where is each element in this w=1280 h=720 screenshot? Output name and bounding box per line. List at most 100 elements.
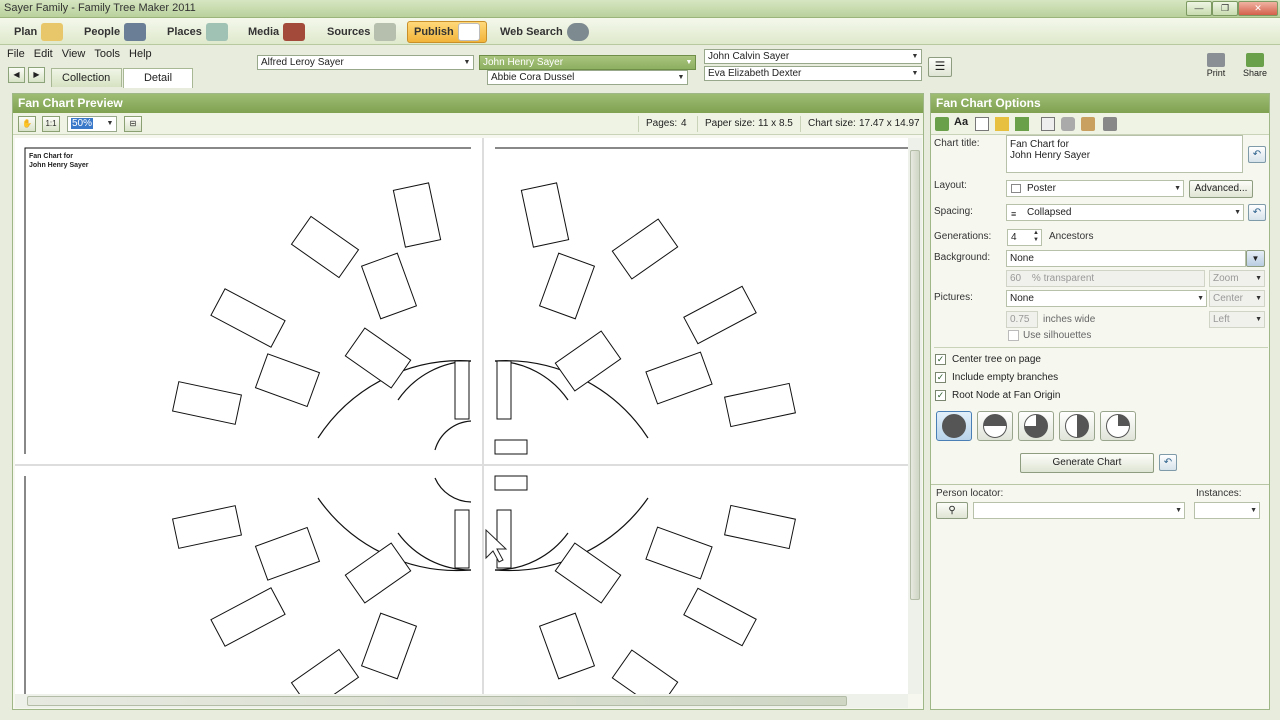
reset-spacing-button[interactable]: ↶ bbox=[1248, 204, 1266, 221]
background-select[interactable]: None bbox=[1006, 250, 1246, 267]
font-icon[interactable]: Aa bbox=[954, 116, 968, 128]
lines-icon[interactable] bbox=[975, 117, 989, 131]
reset-options-button[interactable]: ↶ bbox=[1159, 454, 1177, 471]
nav-web-search[interactable]: Web Search bbox=[494, 21, 595, 43]
mother-selector[interactable]: Abbie Cora Dussel ▼ bbox=[487, 70, 688, 85]
vertical-scrollbar[interactable] bbox=[908, 138, 922, 694]
undo-icon: ↶ bbox=[1163, 457, 1173, 468]
picture-side-select: Left ▼ bbox=[1209, 311, 1265, 328]
actual-size-button[interactable]: 1:1 bbox=[42, 116, 60, 132]
spinner-icon[interactable]: ▲ ▼ bbox=[1033, 230, 1039, 244]
background-dropdown-button[interactable]: ▼ bbox=[1246, 250, 1265, 267]
person-card bbox=[645, 526, 713, 580]
spouse-mother-selector[interactable]: Eva Elizabeth Dexter ▼ bbox=[704, 66, 922, 81]
spacing-select[interactable]: ≡ Collapsed ▼ bbox=[1006, 204, 1244, 221]
person-card bbox=[683, 285, 757, 345]
layout-select[interactable]: Poster ▼ bbox=[1006, 180, 1184, 197]
advanced-button[interactable]: Advanced... bbox=[1189, 180, 1253, 198]
nav-people[interactable]: People bbox=[78, 21, 152, 43]
chart-title-input-line1: Fan Chart for bbox=[1010, 139, 1069, 150]
person-card bbox=[344, 542, 412, 604]
tab-detail-label: Detail bbox=[143, 72, 173, 84]
templates-icon[interactable] bbox=[935, 117, 949, 131]
fit-tree-button[interactable]: ⊟ bbox=[124, 116, 142, 132]
pan-button[interactable]: ✋ bbox=[18, 116, 36, 132]
root-node-label: Root Node at Fan Origin bbox=[952, 390, 1061, 401]
selected-person-selector[interactable]: John Henry Sayer ▼ bbox=[479, 55, 696, 70]
menu-view[interactable]: View bbox=[62, 45, 86, 63]
spouse-father-selector[interactable]: John Calvin Sayer ▼ bbox=[704, 49, 922, 64]
generate-chart-button[interactable]: Generate Chart bbox=[1020, 453, 1154, 473]
fan-quarter-button[interactable] bbox=[1059, 411, 1095, 441]
back-button[interactable]: ◀ bbox=[8, 67, 25, 83]
center-tree-checkbox[interactable]: ✓ bbox=[935, 354, 946, 365]
empty-branches-checkbox[interactable]: ✓ bbox=[935, 372, 946, 383]
nav-publish[interactable]: Publish bbox=[407, 21, 487, 43]
save-icon[interactable] bbox=[1015, 117, 1029, 131]
scrollbar-thumb[interactable] bbox=[910, 150, 920, 600]
horizontal-scrollbar[interactable] bbox=[15, 694, 908, 708]
chevron-down-icon: ▼ bbox=[1255, 316, 1262, 323]
chart-title-line2: John Henry Sayer bbox=[29, 162, 89, 169]
nav-places[interactable]: Places bbox=[161, 21, 234, 43]
maximize-button[interactable]: ❐ bbox=[1212, 1, 1238, 16]
chart-size-value: 17.47 x 14.97 bbox=[859, 118, 920, 129]
hand-icon: ✋ bbox=[22, 119, 32, 128]
generations-input[interactable]: 4 ▲ ▼ bbox=[1007, 229, 1042, 246]
folder-icon[interactable] bbox=[995, 117, 1009, 131]
person-card bbox=[494, 475, 528, 491]
export-icon[interactable] bbox=[1061, 117, 1075, 131]
person-card bbox=[611, 649, 679, 694]
forward-button[interactable]: ▶ bbox=[28, 67, 45, 83]
menu-edit[interactable]: Edit bbox=[34, 45, 53, 63]
menu-file[interactable]: File bbox=[7, 45, 25, 63]
nav-media[interactable]: Media bbox=[242, 21, 311, 43]
email-icon[interactable] bbox=[1081, 117, 1095, 131]
person-locator-button[interactable]: ⚲ bbox=[936, 502, 968, 519]
pictures-value: None bbox=[1010, 293, 1034, 304]
father-name: Alfred Leroy Sayer bbox=[261, 57, 344, 68]
options-toolbar: Aa bbox=[931, 113, 1269, 135]
scrollbar-thumb[interactable] bbox=[27, 696, 847, 706]
half-circle-icon bbox=[983, 414, 1007, 438]
reset-title-button[interactable]: ↶ bbox=[1248, 146, 1266, 163]
person-card bbox=[724, 504, 796, 550]
minimize-button[interactable]: — bbox=[1186, 1, 1212, 16]
share-button[interactable]: Share bbox=[1235, 52, 1275, 80]
chart-title-label: Chart title: bbox=[934, 138, 980, 149]
fan-half-circle-button[interactable] bbox=[977, 411, 1013, 441]
fan-full-circle-button[interactable] bbox=[936, 411, 972, 441]
copy-icon[interactable] bbox=[1041, 117, 1055, 131]
print-preview-icon[interactable] bbox=[1103, 117, 1117, 131]
zoom-select[interactable]: 50% ▼ bbox=[67, 116, 117, 132]
menu-help[interactable]: Help bbox=[129, 45, 152, 63]
father-selector[interactable]: Alfred Leroy Sayer ▼ bbox=[257, 55, 474, 70]
three-quarter-circle-icon bbox=[1024, 414, 1048, 438]
print-label: Print bbox=[1206, 68, 1226, 78]
close-button[interactable]: ✕ bbox=[1238, 1, 1278, 16]
fan-three-quarter-button[interactable] bbox=[1018, 411, 1054, 441]
fan-small-button[interactable] bbox=[1100, 411, 1136, 441]
undo-icon: ↶ bbox=[1252, 207, 1262, 218]
separator bbox=[800, 116, 801, 132]
chart-preview-canvas[interactable]: Fan Chart for John Henry Sayer bbox=[15, 138, 908, 694]
person-card bbox=[254, 353, 321, 408]
family-view-button[interactable]: ☰ bbox=[928, 57, 952, 77]
person-locator-select[interactable]: ▼ bbox=[973, 502, 1185, 519]
tab-detail[interactable]: Detail bbox=[123, 68, 193, 88]
pictures-select[interactable]: None ▼ bbox=[1006, 290, 1207, 307]
layout-value: Poster bbox=[1027, 183, 1056, 194]
chart-title-line1: Fan Chart for bbox=[29, 153, 73, 160]
instances-select[interactable]: ▼ bbox=[1194, 502, 1260, 519]
nav-plan[interactable]: Plan bbox=[8, 21, 69, 43]
menu-tools[interactable]: Tools bbox=[94, 45, 120, 63]
chevron-down-icon: ▼ bbox=[463, 59, 471, 66]
print-button[interactable]: Print bbox=[1196, 52, 1236, 80]
chart-title-input[interactable]: Fan Chart for John Henry Sayer bbox=[1006, 135, 1243, 173]
spouse-father-name: John Calvin Sayer bbox=[708, 51, 790, 62]
family-toolbar: ◀ ▶ Collection Detail Alfred Leroy Sayer… bbox=[0, 49, 1280, 91]
pages-value: 4 bbox=[681, 118, 687, 129]
tab-collection[interactable]: Collection bbox=[51, 68, 122, 87]
nav-sources[interactable]: Sources bbox=[321, 21, 402, 43]
root-node-checkbox[interactable]: ✓ bbox=[935, 390, 946, 401]
